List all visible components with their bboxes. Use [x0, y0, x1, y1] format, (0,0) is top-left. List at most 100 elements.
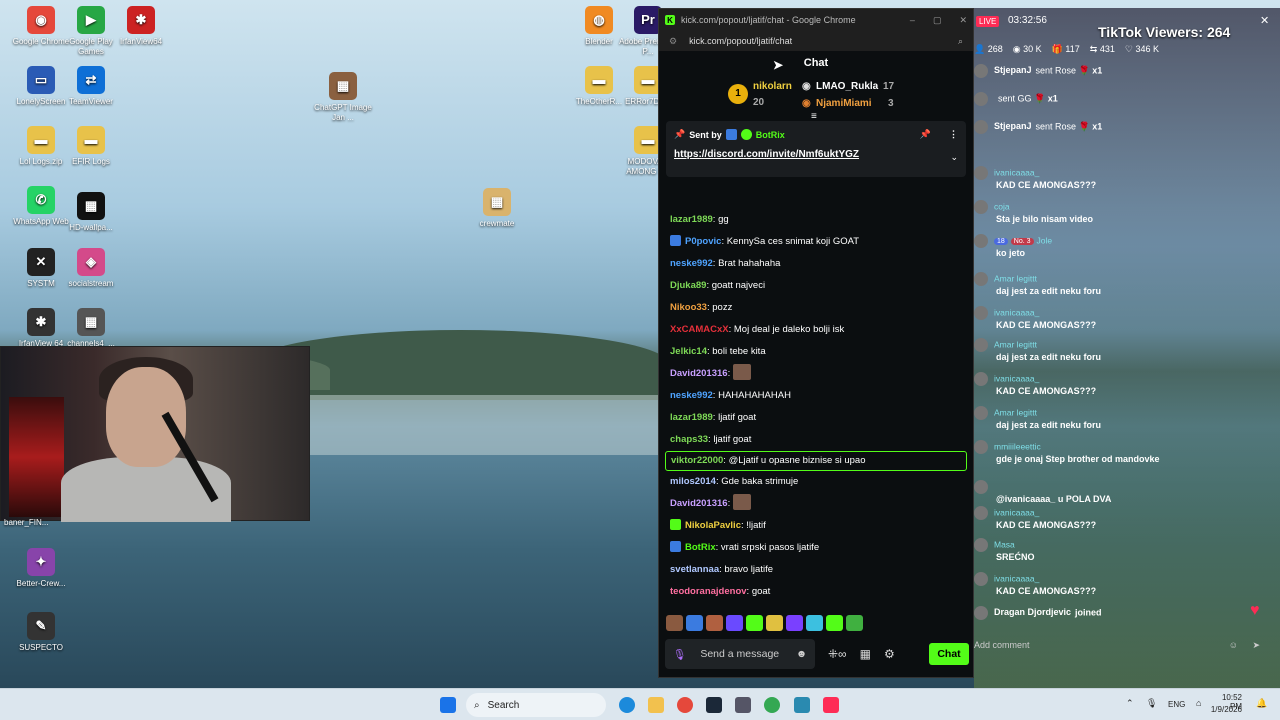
- emote-button[interactable]: [726, 615, 743, 631]
- chat-message[interactable]: lazar1989: ljatif goat: [659, 407, 975, 429]
- chat-message[interactable]: P0povic: KennySa ces snimat koji GOAT: [659, 231, 975, 253]
- desktop-icon[interactable]: ▬ EFIR Logs: [58, 126, 124, 167]
- unpin-icon[interactable]: 📌: [920, 129, 931, 140]
- expand-chevron-icon[interactable]: ⌄: [950, 152, 958, 163]
- chat-message[interactable]: XxCAMACxX: Moj deal je daleko bolji isk: [659, 319, 975, 341]
- network-icon[interactable]: ⌂: [1196, 698, 1201, 708]
- settings-icon[interactable]: [735, 697, 751, 713]
- chat-message[interactable]: neske992: Brat hahahaha: [659, 253, 975, 275]
- emote-button[interactable]: [806, 615, 823, 631]
- settings-icon[interactable]: ⚙: [884, 647, 895, 661]
- site-settings-icon[interactable]: ⚙: [669, 36, 677, 47]
- chat-username[interactable]: neske992: [670, 390, 713, 401]
- chat-username[interactable]: BotRix: [685, 542, 716, 553]
- emoji-icon[interactable]: ☺: [1229, 640, 1238, 650]
- tiktok-icon[interactable]: [823, 697, 839, 713]
- chat-username[interactable]: David201316: [670, 368, 728, 379]
- chat-username[interactable]: NikolaPavlic: [685, 520, 741, 531]
- send-chat-button[interactable]: Chat: [929, 643, 969, 665]
- emote-button[interactable]: [666, 615, 683, 631]
- chat-username[interactable]: milos2014: [670, 476, 716, 487]
- commands-icon[interactable]: ⁜∞: [828, 647, 847, 661]
- desktop-icon[interactable]: ▦ channels4_...: [58, 308, 124, 349]
- start-icon[interactable]: [440, 697, 456, 713]
- chat-username[interactable]: chaps33: [670, 434, 708, 445]
- comment-input[interactable]: Add comment ☺ ➤: [974, 640, 1274, 656]
- app-icon[interactable]: [794, 697, 810, 713]
- heart-icon[interactable]: ♥: [1250, 602, 1260, 620]
- language-indicator[interactable]: ENG: [1168, 700, 1185, 709]
- minimize-icon[interactable]: –: [910, 15, 915, 26]
- emote-button[interactable]: [826, 615, 843, 631]
- notification-icon[interactable]: 🔔: [1256, 698, 1267, 709]
- leader-2-name[interactable]: LMAO_Rukla: [816, 81, 878, 92]
- chat-username[interactable]: Nikoo33: [670, 302, 707, 313]
- edge-icon[interactable]: [619, 697, 635, 713]
- chat-username[interactable]: XxCAMACxX: [670, 324, 729, 335]
- desktop-icon[interactable]: ⇄ TeamViewer: [58, 66, 124, 107]
- chat-username[interactable]: viktor22000: [671, 455, 723, 466]
- more-options-icon[interactable]: ⋮: [949, 129, 958, 140]
- close-overlay-icon[interactable]: ✕: [1260, 14, 1269, 27]
- desktop-icon[interactable]: ✎ SUSPECTO: [8, 612, 74, 653]
- chat-message[interactable]: BotRix: vrati srpski pasos ljatife: [659, 537, 975, 559]
- pinned-sender[interactable]: BotRix: [756, 130, 785, 140]
- emote-button[interactable]: [786, 615, 803, 631]
- tray-chevron-icon[interactable]: ⌃: [1126, 698, 1134, 709]
- chat-message[interactable]: milos2014: Gde baka strimuje: [659, 471, 975, 493]
- emote-button[interactable]: [706, 615, 723, 631]
- desktop-icon[interactable]: ▦ ChatGPT Image Jan ...: [310, 72, 376, 123]
- chat-username[interactable]: svetlannaa: [670, 564, 719, 575]
- send-icon[interactable]: ➤: [1252, 640, 1260, 651]
- steam-icon[interactable]: [706, 697, 722, 713]
- emoji-icon[interactable]: ☻: [796, 648, 807, 660]
- mic-icon[interactable]: 🎙: [673, 648, 686, 661]
- address-bar[interactable]: ⚙ kick.com/popout/ljatif/chat ⌕: [659, 31, 973, 51]
- chat-username[interactable]: neske992: [670, 258, 713, 269]
- chat-message[interactable]: lazar1989: gg: [659, 209, 975, 231]
- chat-username[interactable]: Djuka89: [670, 280, 706, 291]
- chat-message[interactable]: teodoranajdenov: goat: [659, 581, 975, 603]
- chat-message[interactable]: neske992: HAHAHAHAHAH: [659, 385, 975, 407]
- chat-message[interactable]: Nikoo33: pozz: [659, 297, 975, 319]
- close-icon[interactable]: ✕: [959, 15, 967, 26]
- desktop-icon[interactable]: ▦ HD-wallpa...: [58, 192, 124, 233]
- emote-button[interactable]: [686, 615, 703, 631]
- title-bar[interactable]: K kick.com/popout/ljatif/chat - Google C…: [659, 9, 973, 31]
- file-explorer-icon[interactable]: [648, 697, 664, 713]
- desktop-icon[interactable]: ◈ socialstream: [58, 248, 124, 289]
- chat-message[interactable]: NikolaPavlic: !ljatif: [659, 515, 975, 537]
- chrome-icon[interactable]: [677, 697, 693, 713]
- chat-message[interactable]: David201316:: [659, 493, 975, 515]
- chat-username[interactable]: Jelkic14: [670, 346, 707, 357]
- leader-3-name[interactable]: NjamiMiami: [816, 98, 872, 109]
- maximize-icon[interactable]: ▢: [933, 15, 942, 26]
- chrome-profile-icon[interactable]: [764, 697, 780, 713]
- emote-button[interactable]: [746, 615, 763, 631]
- emote-button[interactable]: [766, 615, 783, 631]
- zoom-icon[interactable]: ⌕: [958, 36, 963, 47]
- chat-username[interactable]: lazar1989: [670, 214, 713, 225]
- desktop-icon[interactable]: ✦ Better-Crew...: [8, 548, 74, 589]
- chat-message[interactable]: chaps33: ljatif goat: [659, 429, 975, 451]
- desktop-icon[interactable]: ✱ IrfanView64: [108, 6, 174, 47]
- chat-username[interactable]: teodoranajdenov: [670, 586, 747, 597]
- message-input[interactable]: 🎙 Send a message ☻: [665, 639, 815, 669]
- chat-message[interactable]: Jelkic14: boli tebe kita: [659, 341, 975, 363]
- chat-message[interactable]: Djuka89: goatt najveci: [659, 275, 975, 297]
- leader-1-name[interactable]: nikolarn: [753, 81, 792, 92]
- desktop-icon[interactable]: ▦ crewmate: [464, 188, 530, 229]
- clock-date[interactable]: 1/9/2026: [1206, 705, 1242, 714]
- chat-username[interactable]: P0povic: [685, 236, 721, 247]
- mic-tray-icon[interactable]: 🎙: [1146, 698, 1157, 709]
- emote-button[interactable]: [846, 615, 863, 631]
- chat-text: pozz: [712, 302, 733, 313]
- taskbar-search[interactable]: ⌕ Search: [466, 693, 606, 717]
- chat-username[interactable]: lazar1989: [670, 412, 713, 423]
- chat-message[interactable]: svetlannaa: bravo ljatife: [659, 559, 975, 581]
- chat-message[interactable]: David201316:: [659, 363, 975, 385]
- chat-username[interactable]: David201316: [670, 498, 728, 509]
- pinned-link[interactable]: https://discord.com/invite/Nmf6uktYGZ: [674, 149, 958, 160]
- chat-message[interactable]: viktor22000: @Ljatif u opasne biznise si…: [665, 451, 967, 471]
- store-icon[interactable]: ▦: [860, 647, 871, 661]
